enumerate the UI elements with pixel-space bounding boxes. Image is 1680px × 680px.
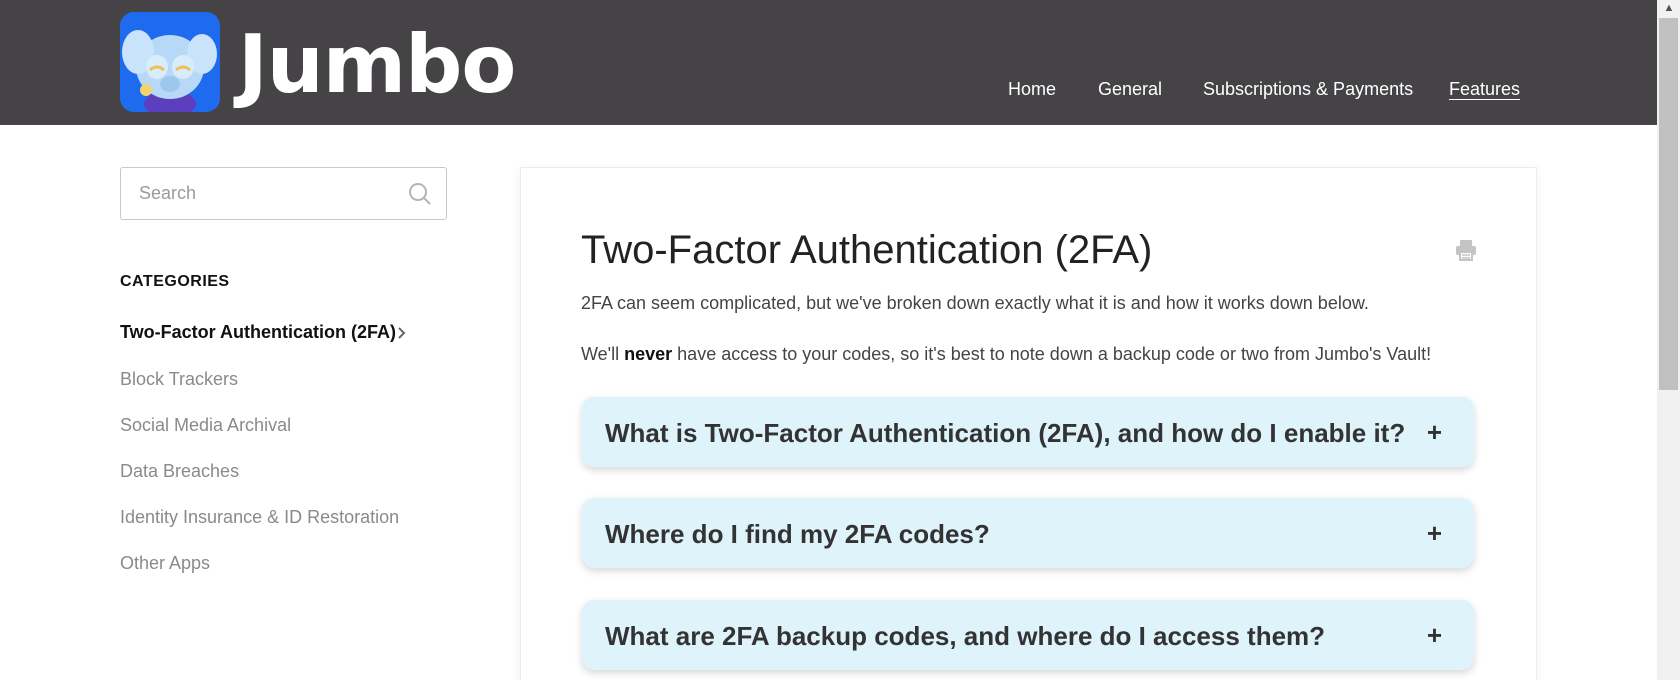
faq-question: Where do I find my 2FA codes? (605, 519, 990, 549)
faq-item[interactable]: What is Two-Factor Authentication (2FA),… (582, 397, 1474, 467)
category-two-factor-authentication[interactable]: Two-Factor Authentication (2FA) (120, 322, 396, 343)
note-text-after: have access to your codes, so it's best … (672, 344, 1432, 364)
nav-features[interactable]: Features (1449, 79, 1520, 100)
category-social-media-archival[interactable]: Social Media Archival (120, 415, 291, 436)
expand-plus-icon[interactable]: + (1427, 417, 1442, 448)
page-title: Two-Factor Authentication (2FA) (581, 228, 1153, 272)
note-text-before: We'll (581, 344, 625, 364)
search-input[interactable] (139, 168, 399, 219)
category-identity-insurance[interactable]: Identity Insurance & ID Restoration (120, 507, 399, 528)
faq-item[interactable]: Where do I find my 2FA codes? + (582, 498, 1474, 568)
category-data-breaches[interactable]: Data Breaches (120, 461, 239, 482)
search-icon[interactable] (408, 182, 432, 206)
print-icon[interactable] (1454, 238, 1478, 262)
brand-name[interactable]: Jumbo (238, 20, 516, 110)
expand-plus-icon[interactable]: + (1427, 620, 1442, 651)
category-other-apps[interactable]: Other Apps (120, 553, 210, 574)
categories-heading: CATEGORIES (120, 273, 230, 290)
jumbo-logo-icon[interactable] (120, 12, 220, 112)
article-note: We'll never have access to your codes, s… (581, 344, 1431, 365)
site-header: Jumbo (0, 0, 1657, 125)
category-block-trackers[interactable]: Block Trackers (120, 369, 238, 390)
search-box (120, 167, 447, 220)
scrollbar-thumb[interactable] (1659, 18, 1678, 390)
scroll-up-arrow-icon[interactable]: ▲ (1663, 2, 1675, 14)
article-intro: 2FA can seem complicated, but we've brok… (581, 293, 1369, 313)
chevron-right-icon (398, 327, 406, 339)
expand-plus-icon[interactable]: + (1427, 518, 1442, 549)
nav-general[interactable]: General (1098, 79, 1162, 100)
note-emphasis: never (624, 344, 673, 364)
faq-item[interactable]: What are 2FA backup codes, and where do … (582, 600, 1474, 670)
faq-question: What are 2FA backup codes, and where do … (605, 621, 1326, 651)
nav-home[interactable]: Home (1008, 79, 1056, 100)
faq-question: What is Two-Factor Authentication (2FA),… (605, 418, 1406, 448)
nav-subscriptions-payments[interactable]: Subscriptions & Payments (1203, 79, 1413, 100)
